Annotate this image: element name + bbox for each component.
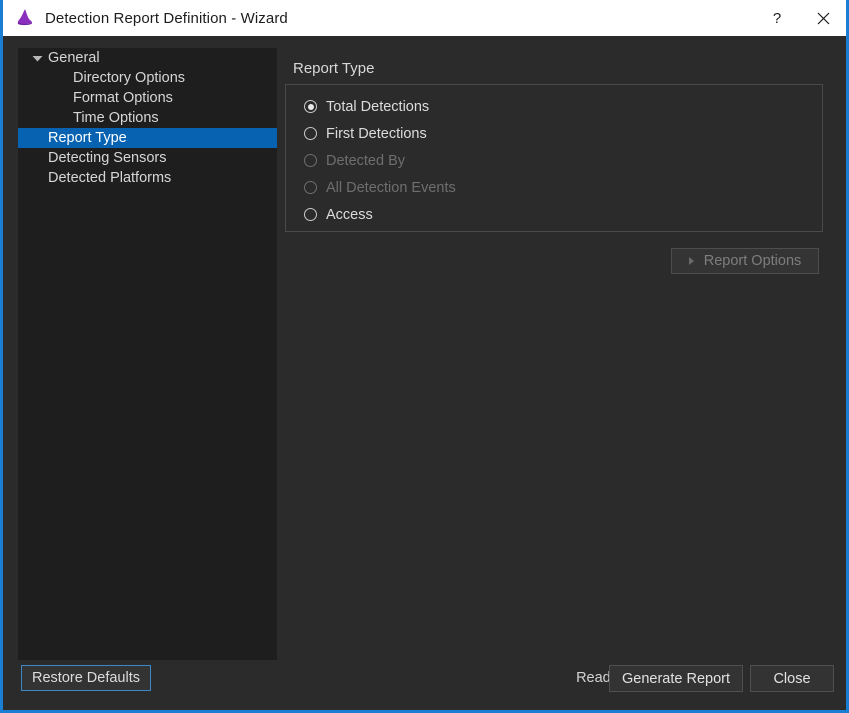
close-icon — [817, 12, 829, 24]
radio-option-total-detections[interactable]: Total Detections — [304, 93, 822, 120]
sidebar-item-format-options[interactable]: Format Options — [18, 88, 277, 108]
triangle-right-icon — [688, 257, 694, 265]
radio-label: Total Detections — [326, 98, 430, 115]
generate-report-button[interactable]: Generate Report — [608, 665, 743, 692]
sidebar-item-detected-platforms[interactable]: Detected Platforms — [18, 168, 277, 188]
radio-label: Detected By — [326, 152, 405, 169]
chevron-down-icon[interactable] — [31, 52, 43, 64]
radio-indicator[interactable] — [304, 100, 317, 113]
close-icon-button[interactable] — [800, 0, 846, 36]
page-title: Report Type — [293, 60, 375, 77]
radio-indicator — [304, 181, 317, 194]
navigation-tree[interactable]: General Directory Options Format Options… — [18, 48, 277, 660]
restore-defaults-button[interactable]: Restore Defaults — [21, 665, 151, 691]
wizard-window: Detection Report Definition - Wizard ? G… — [0, 0, 849, 713]
radio-indicator — [304, 154, 317, 167]
sidebar-item-label: Directory Options — [73, 70, 186, 86]
tree-row-wrapper: General — [18, 48, 277, 68]
wizard-hat-icon — [14, 7, 36, 29]
sidebar-item-label: Detecting Sensors — [48, 150, 167, 166]
main-panel: Report Type Total Detections First Detec… — [283, 48, 832, 660]
sidebar-item-detecting-sensors[interactable]: Detecting Sensors — [18, 148, 277, 168]
radio-option-access[interactable]: Access — [304, 201, 822, 228]
footer-bar: Restore Defaults Ready Generate Report C… — [3, 657, 846, 707]
sidebar-item-label: Report Type — [48, 130, 127, 146]
sidebar-item-general[interactable]: General — [18, 48, 277, 68]
radio-option-detected-by: Detected By — [304, 147, 822, 174]
sidebar-item-directory-options[interactable]: Directory Options — [18, 68, 277, 88]
sidebar-item-label: General — [48, 50, 100, 66]
title-bar: Detection Report Definition - Wizard ? — [3, 0, 846, 36]
radio-indicator[interactable] — [304, 208, 317, 221]
sidebar-item-label: Detected Platforms — [48, 170, 172, 186]
window-title: Detection Report Definition - Wizard — [45, 9, 288, 27]
radio-label: Access — [326, 206, 373, 223]
sidebar-item-report-type[interactable]: Report Type — [18, 128, 277, 148]
sidebar-item-label: Format Options — [73, 90, 173, 106]
help-icon-button[interactable]: ? — [754, 0, 800, 36]
radio-indicator[interactable] — [304, 127, 317, 140]
radio-label: All Detection Events — [326, 179, 456, 196]
close-button[interactable]: Close — [750, 665, 834, 692]
radio-option-all-detection-events: All Detection Events — [304, 174, 822, 201]
report-options-label: Report Options — [703, 253, 802, 269]
sidebar-item-time-options[interactable]: Time Options — [18, 108, 277, 128]
report-options-button[interactable]: Report Options — [671, 248, 819, 274]
radio-option-first-detections[interactable]: First Detections — [304, 120, 822, 147]
report-type-radio-group: Total Detections First Detections Detect… — [285, 84, 823, 232]
radio-label: First Detections — [326, 125, 427, 142]
sidebar-item-label: Time Options — [73, 110, 159, 126]
